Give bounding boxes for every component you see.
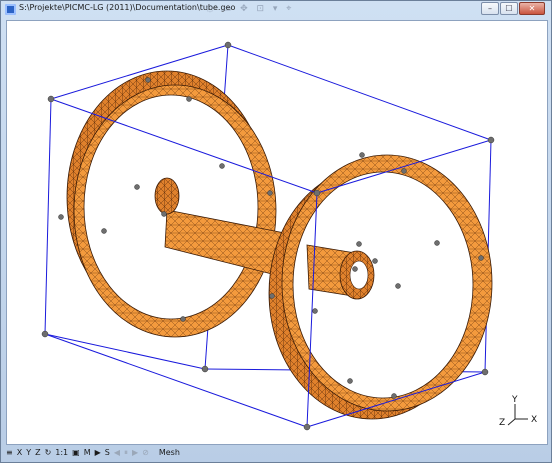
node-point xyxy=(481,368,489,376)
node-point xyxy=(313,189,321,197)
right-ring xyxy=(268,154,493,420)
node-point xyxy=(372,258,378,264)
node-point xyxy=(303,423,311,431)
snapshot-icon[interactable]: ▣ xyxy=(72,448,80,457)
axis-label-x: X xyxy=(531,415,537,425)
view-x-button[interactable]: X xyxy=(17,448,22,457)
window-title: S:\Projekte\PICMC-LG (2011)\Documentatio… xyxy=(19,3,236,12)
node-point xyxy=(134,184,140,190)
next-icon[interactable]: ▶ xyxy=(132,448,138,457)
minimize-button[interactable]: – xyxy=(481,2,499,15)
node-point xyxy=(391,393,397,399)
node-point xyxy=(269,293,275,299)
rotate-icon[interactable]: ↻ xyxy=(45,448,52,457)
pause-icon[interactable]: ⏸ xyxy=(124,448,128,458)
node-point xyxy=(487,136,495,144)
graphics-viewport[interactable]: Y Z X xyxy=(6,20,548,445)
node-point xyxy=(47,95,55,103)
app-icon xyxy=(5,4,16,15)
node-point xyxy=(101,228,107,234)
s-button[interactable]: S xyxy=(105,448,110,457)
node-point xyxy=(359,152,365,158)
node-point xyxy=(180,316,186,322)
close-button[interactable]: ✕ xyxy=(519,2,545,15)
prev-icon[interactable]: ◀ xyxy=(114,448,120,457)
view-y-button[interactable]: Y xyxy=(26,448,31,457)
node-point xyxy=(186,96,192,102)
axis-label-y: Y xyxy=(511,395,518,405)
model-canvas[interactable]: Y Z X xyxy=(7,21,547,444)
node-point xyxy=(434,240,440,246)
node-point xyxy=(401,168,407,174)
view-z-button[interactable]: Z xyxy=(35,448,40,457)
node-point xyxy=(201,365,209,373)
node-point xyxy=(145,77,151,83)
node-point xyxy=(267,190,273,196)
maximize-button[interactable]: ☐ xyxy=(500,2,518,15)
node-point xyxy=(58,214,64,220)
status-bar: ≡ X Y Z ↻ 1:1 ▣ M ▶ S ◀ ⏸ ▶ ⊘ Mesh xyxy=(6,444,546,461)
node-point xyxy=(356,241,362,247)
node-point xyxy=(395,283,401,289)
axis-label-z: Z xyxy=(499,418,505,428)
window-controls: – ☐ ✕ xyxy=(480,2,545,16)
node-point xyxy=(352,266,358,272)
title-bar[interactable]: S:\Projekte\PICMC-LG (2011)\Documentatio… xyxy=(1,1,551,19)
node-point xyxy=(41,330,49,338)
node-point xyxy=(347,378,353,384)
status-message: Mesh xyxy=(158,448,180,457)
node-point xyxy=(478,255,484,261)
menu-icon[interactable]: ≡ xyxy=(6,448,13,457)
application-window: S:\Projekte\PICMC-LG (2011)\Documentatio… xyxy=(0,0,552,463)
m-button[interactable]: M xyxy=(84,448,91,457)
node-point xyxy=(219,163,225,169)
title-overlay-icons: ◌ ▭ ✥ ⊡ ▾ ⌖ xyxy=(206,4,295,14)
play-icon[interactable]: ▶ xyxy=(95,448,101,457)
scale-button[interactable]: 1:1 xyxy=(55,448,68,457)
node-point xyxy=(161,211,167,217)
node-point xyxy=(224,41,232,49)
stop-icon[interactable]: ⊘ xyxy=(142,448,149,457)
node-point xyxy=(312,308,318,314)
axes-indicator xyxy=(507,404,528,426)
